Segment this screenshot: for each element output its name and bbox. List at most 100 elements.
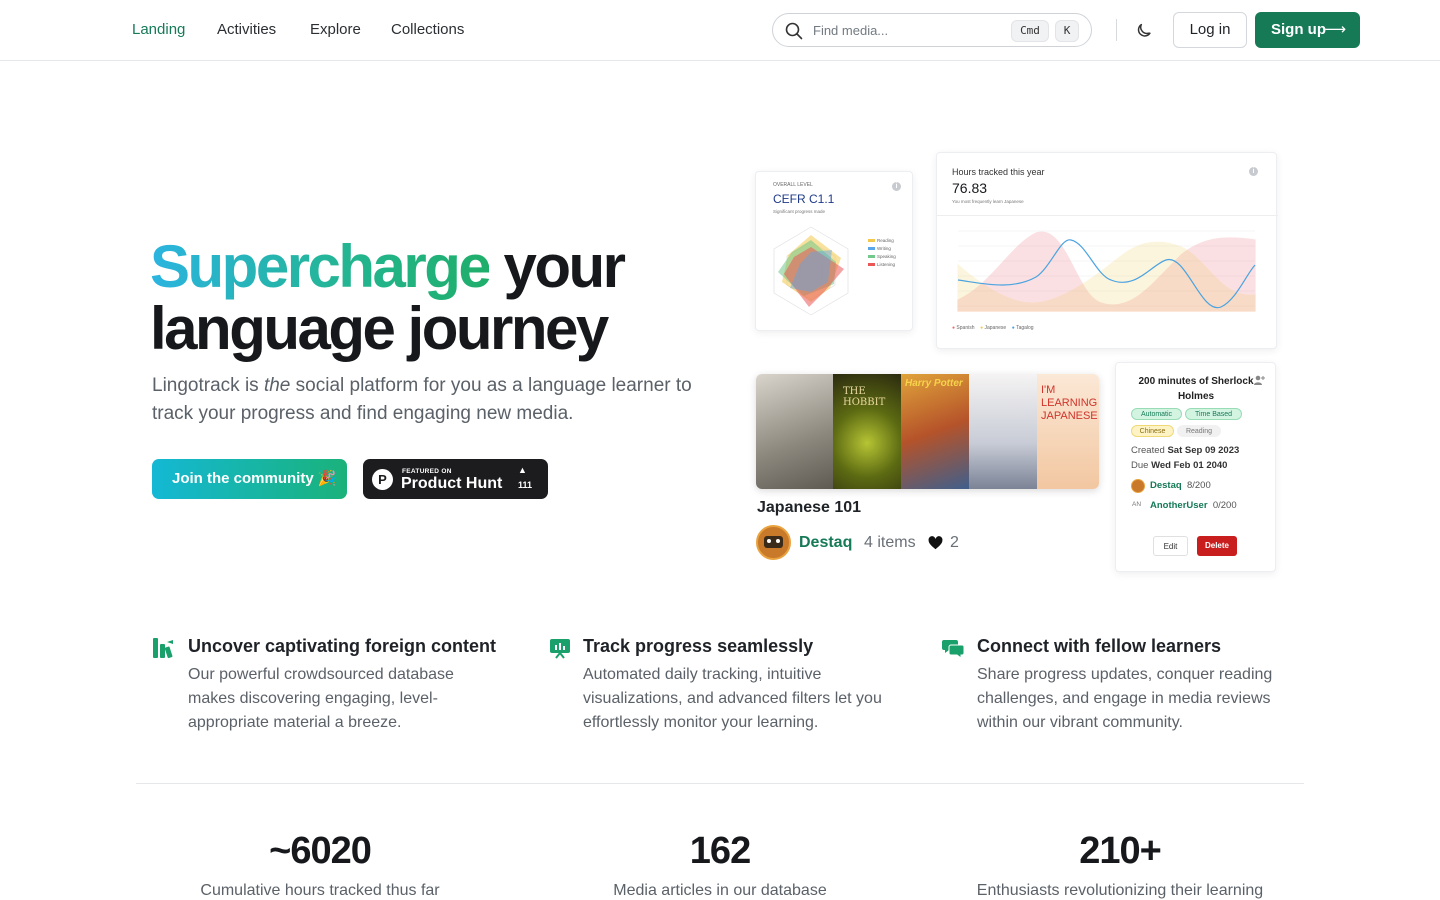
goal-card: 200 minutes of Sherlock Holmes Automatic… (1115, 362, 1276, 572)
collection-covers[interactable]: THE HOBBIT Harry Potter I'M LEARNING JAP… (756, 374, 1099, 489)
search-input[interactable] (813, 20, 1003, 40)
hero-title-word: your (503, 233, 626, 300)
legend-reading: Reading (877, 238, 894, 243)
info-icon[interactable]: i (1249, 167, 1258, 176)
goal-participant-1: Destaq 8/200 (1150, 480, 1211, 491)
stat-media-value: 162 (689, 830, 751, 872)
kbd-cmd: Cmd (1011, 20, 1049, 42)
legend-listening: Listening (877, 262, 896, 267)
cover-art-1 (756, 374, 833, 489)
cover-hobbit: THE HOBBIT (833, 374, 901, 489)
nav-activities-link[interactable]: Activities (217, 21, 276, 38)
level-value: CEFR C1.1 (773, 192, 835, 206)
collection-like-count: 2 (950, 534, 959, 551)
radar-legend: Reading Writing Speaking Listening (868, 238, 896, 270)
legend-japanese: Japanese (984, 325, 1007, 331)
login-button[interactable]: Log in (1173, 12, 1247, 48)
product-hunt-logo-icon: P (372, 469, 393, 490)
legend-spanish: Spanish (956, 325, 975, 331)
cover-manga (969, 374, 1037, 489)
hours-sub: You most frequently learn Japanese (952, 199, 1024, 204)
stat-hours-value: ~6020 (269, 830, 372, 872)
join-community-button[interactable]: Join the community 🎉 (152, 459, 347, 499)
participant-1-progress: 8/200 (1186, 480, 1211, 491)
hero-sub-emphasis: the (263, 375, 291, 396)
hours-line-chart (957, 230, 1256, 312)
feature-title-track: Track progress seamlessly (583, 636, 814, 656)
edit-button[interactable]: Edit (1153, 536, 1188, 556)
level-card: OVERALL LEVEL CEFR C1.1 Significant prog… (755, 171, 913, 331)
party-popper-icon: 🎉 (317, 470, 337, 487)
participant-2-progress: 0/200 (1212, 500, 1237, 511)
avatar[interactable] (756, 525, 791, 560)
hero-title-highlight: Supercharge (150, 233, 492, 300)
feature-title-connect: Connect with fellow learners (977, 636, 1222, 656)
goal-title: 200 minutes of Sherlock Holmes (1138, 376, 1254, 402)
delete-button[interactable]: Delete (1197, 536, 1237, 556)
kbd-k: K (1055, 20, 1079, 42)
nav-landing-link[interactable]: Landing (132, 21, 185, 38)
join-label: Join the community (172, 470, 314, 487)
feature-body-discover: Our powerful crowdsourced database makes… (188, 666, 454, 731)
product-hunt-badge[interactable]: P FEATURED ON Product Hunt ▲ 111 (363, 459, 548, 499)
participant-2-name[interactable]: AnotherUser (1150, 500, 1208, 511)
hours-legend: ● Spanish ● Japanese ● Tagalog (952, 325, 1034, 331)
cover-harry-potter: Harry Potter (901, 374, 969, 489)
avatar[interactable] (1131, 479, 1145, 493)
goal-due: Due Wed Feb 01 2040 (1131, 460, 1227, 471)
signup-button[interactable]: Sign up ⟶ (1255, 12, 1360, 48)
cover-hp-title: Harry Potter (905, 378, 963, 389)
participant-1-name[interactable]: Destaq (1150, 480, 1182, 491)
moon-icon[interactable] (1134, 20, 1154, 40)
top-navbar: Landing Activities Explore Collections C… (0, 0, 1440, 61)
collection-item-count: 4 items (864, 534, 916, 551)
due-label: Due (1131, 460, 1149, 471)
presentation-chart-icon (550, 639, 570, 659)
add-user-icon[interactable] (1253, 374, 1265, 386)
legend-tagalog: Tagalog (1016, 325, 1034, 331)
card-divider (937, 215, 1278, 216)
chip-reading: Reading (1177, 425, 1221, 437)
chat-bubbles-icon (942, 640, 964, 659)
chip-chinese: Chinese (1131, 425, 1174, 437)
arrow-right-icon: ⟶ (1324, 21, 1346, 38)
hours-value: 76.83 (952, 180, 988, 196)
stat-media-label: Media articles in our database (613, 882, 827, 899)
legend-writing: Writing (877, 246, 891, 251)
avatar-initials: AN (1132, 501, 1142, 508)
chip-time-based: Time Based (1185, 408, 1242, 420)
nav-explore-link[interactable]: Explore (310, 21, 361, 38)
hero-sub-part1: Lingotrack is (152, 375, 264, 396)
signup-label: Sign up (1271, 21, 1326, 38)
goal-created: Created Sat Sep 09 2023 (1131, 445, 1239, 456)
search-icon (785, 22, 803, 40)
ph-featured-label: FEATURED ON (402, 468, 452, 475)
hero-title-line2: language journey (150, 295, 609, 362)
hero-title: Supercharge your language journey (150, 236, 710, 360)
cover-learning-japanese: I'M LEARNING JAPANESE (1037, 374, 1099, 489)
collection-title[interactable]: Japanese 101 (757, 499, 861, 517)
nav-collections-link[interactable]: Collections (391, 21, 464, 38)
level-sub: Significant progress made (773, 209, 826, 214)
cover-ilj-title: I'M LEARNING JAPANESE (1041, 384, 1098, 422)
info-icon[interactable]: i (892, 182, 901, 191)
created-label: Created (1131, 445, 1165, 456)
collection-user-link[interactable]: Destaq (799, 534, 852, 552)
chip-automatic: Automatic (1131, 408, 1182, 420)
search-box[interactable]: Cmd K (772, 13, 1092, 47)
ph-name: Product Hunt (401, 475, 503, 492)
feature-body-connect: Share progress updates, conquer reading … (977, 666, 1273, 731)
heart-icon[interactable] (928, 536, 943, 550)
hours-label: Hours tracked this year (952, 167, 1045, 177)
ph-upvote-count: 111 (518, 480, 533, 490)
nav-divider (1116, 19, 1117, 41)
created-date: Sat Sep 09 2023 (1167, 445, 1240, 456)
upvote-triangle-icon: ▲ (518, 465, 527, 475)
section-divider (136, 783, 1304, 784)
cover-hobbit-title: THE HOBBIT (843, 386, 886, 408)
legend-speaking: Speaking (877, 254, 896, 259)
level-label: OVERALL LEVEL (773, 182, 813, 188)
radar-chart (773, 226, 849, 316)
due-date: Wed Feb 01 2040 (1151, 460, 1228, 471)
library-icon (153, 638, 173, 659)
